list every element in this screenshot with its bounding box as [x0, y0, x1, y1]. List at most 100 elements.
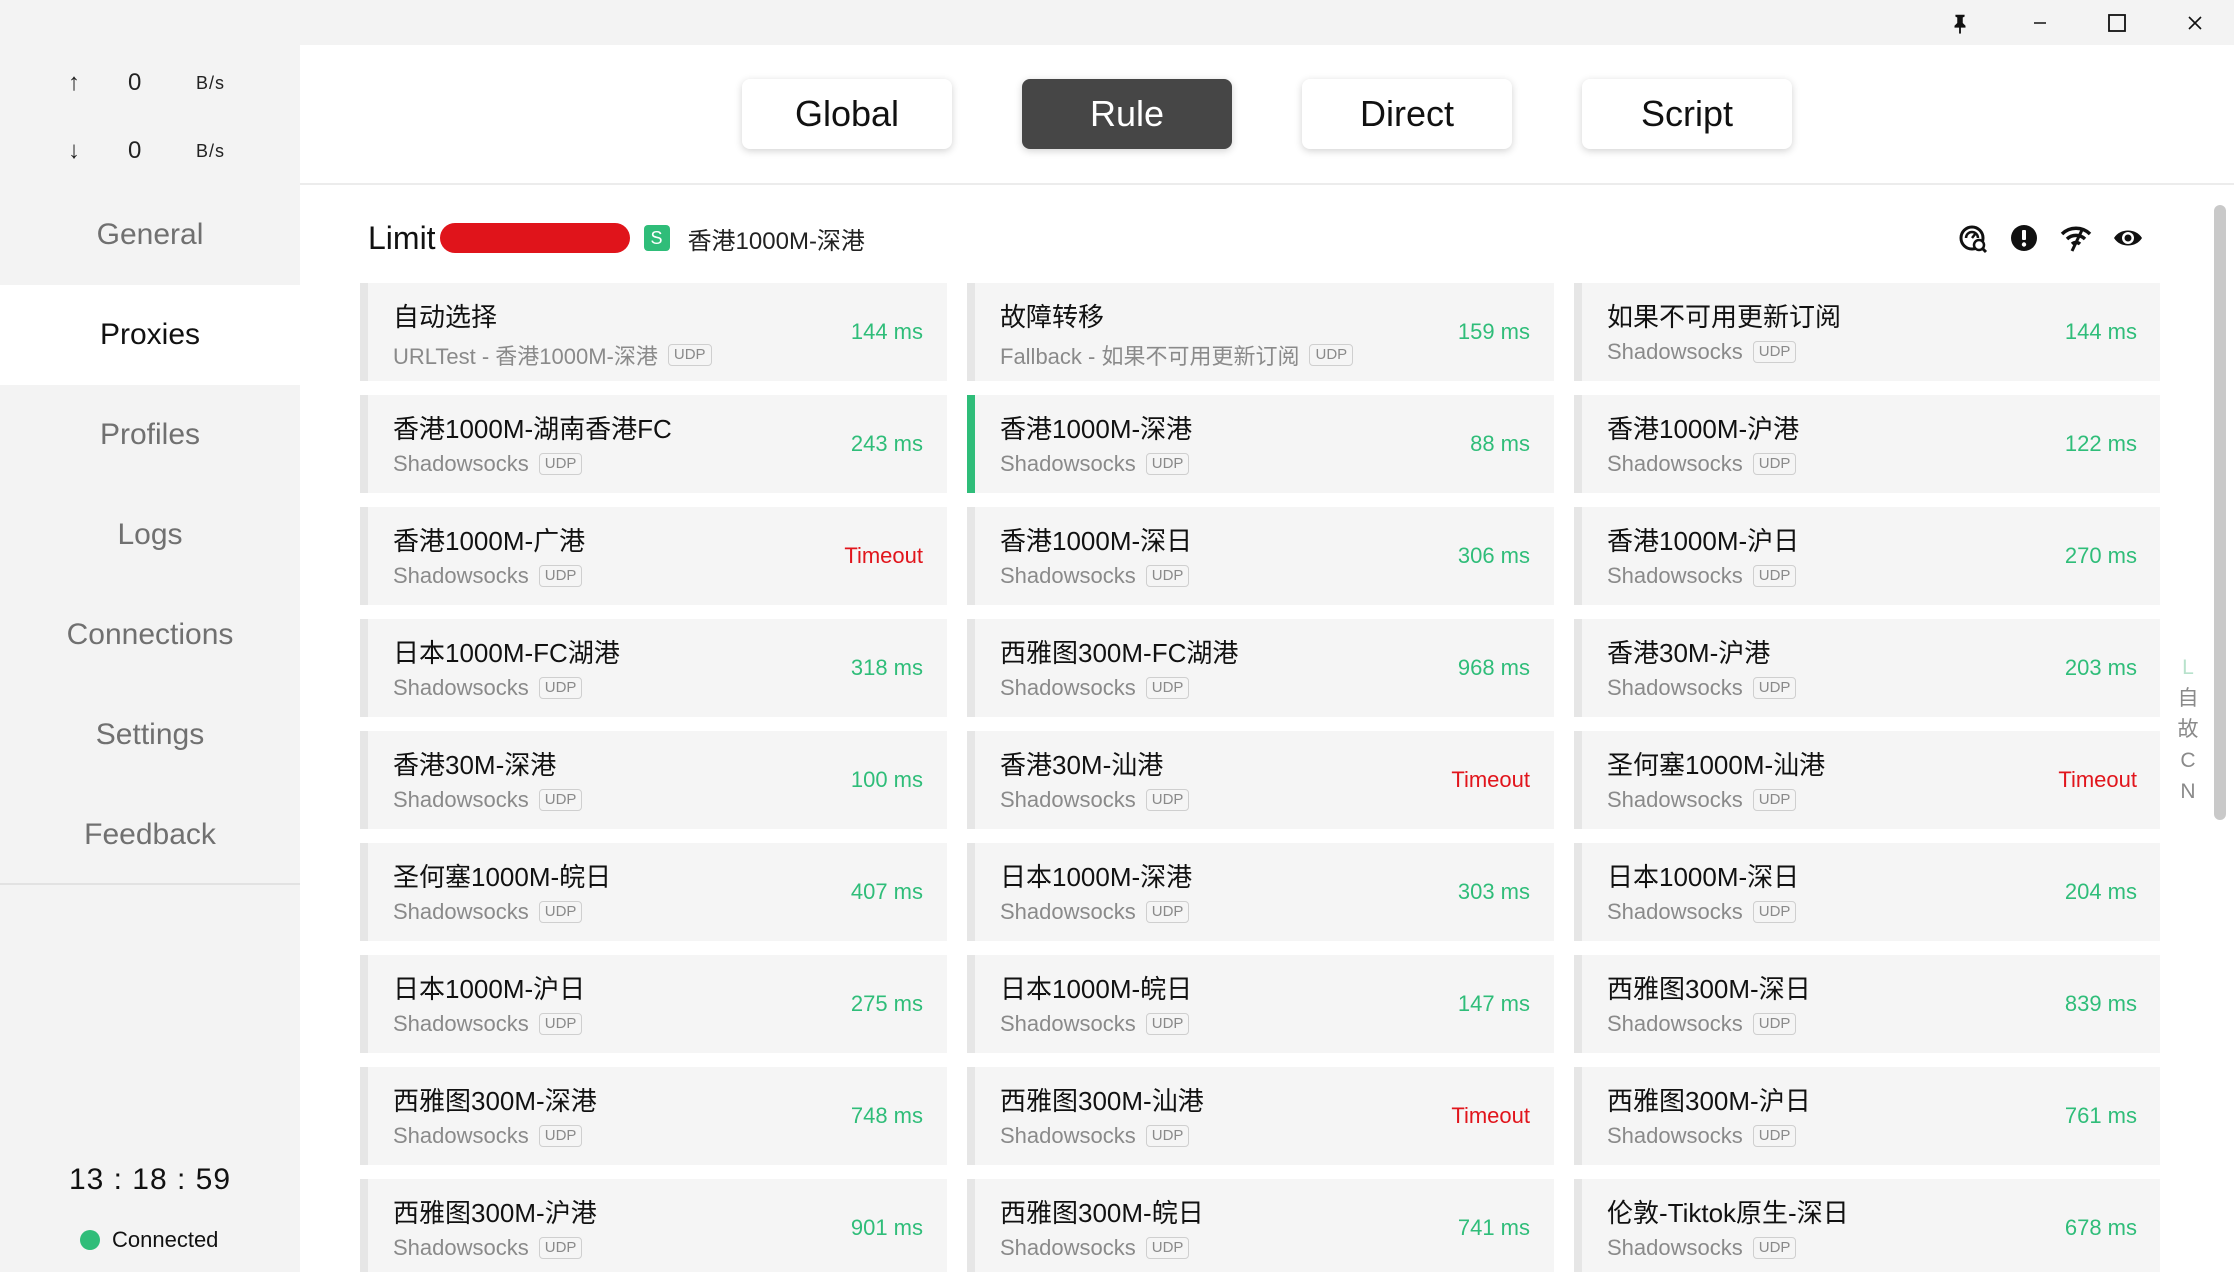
udp-badge: UDP — [1145, 1125, 1190, 1147]
proxy-delay[interactable]: 144 ms — [2065, 319, 2137, 345]
proxy-card[interactable]: 香港1000M-湖南香港FC Shadowsocks UDP 243 ms — [360, 395, 947, 493]
nav-item-profiles[interactable]: Profiles — [0, 385, 300, 485]
close-icon — [2188, 15, 2202, 30]
udp-badge: UDP — [1145, 1013, 1190, 1035]
proxy-delay[interactable]: 748 ms — [851, 1103, 923, 1129]
proxy-card[interactable]: 香港30M-汕港 Shadowsocks UDP Timeout — [967, 731, 1554, 829]
mode-rule-button[interactable]: Rule — [1022, 79, 1232, 149]
proxy-delay[interactable]: 761 ms — [2065, 1103, 2137, 1129]
proxy-card[interactable]: 香港30M-沪港 Shadowsocks UDP 203 ms — [1574, 619, 2160, 717]
proxy-name: 香港30M-深港 — [393, 750, 557, 780]
proxy-type: Shadowsocks — [1000, 563, 1136, 588]
proxy-card[interactable]: 西雅图300M-沪日 Shadowsocks UDP 761 ms — [1574, 1067, 2160, 1165]
proxy-delay[interactable]: 741 ms — [1458, 1215, 1530, 1241]
proxy-card[interactable]: 如果不可用更新订阅 Shadowsocks UDP 144 ms — [1574, 283, 2160, 381]
proxy-card[interactable]: 圣何塞1000M-皖日 Shadowsocks UDP 407 ms — [360, 843, 947, 941]
proxy-card[interactable]: 西雅图300M-FC湖港 Shadowsocks UDP 968 ms — [967, 619, 1554, 717]
proxy-delay[interactable]: Timeout — [1451, 1103, 1530, 1129]
proxy-card[interactable]: 香港1000M-广港 Shadowsocks UDP Timeout — [360, 507, 947, 605]
proxy-card[interactable]: 日本1000M-深日 Shadowsocks UDP 204 ms — [1574, 843, 2160, 941]
maximize-button[interactable] — [2077, 0, 2157, 45]
mode-global-button[interactable]: Global — [742, 79, 952, 149]
side-index-item[interactable]: L — [2182, 652, 2194, 683]
alert-button[interactable] — [2006, 220, 2042, 256]
proxy-card[interactable]: 日本1000M-深港 Shadowsocks UDP 303 ms — [967, 843, 1554, 941]
proxy-delay[interactable]: 203 ms — [2065, 655, 2137, 681]
proxy-card[interactable]: 日本1000M-皖日 Shadowsocks UDP 147 ms — [967, 955, 1554, 1053]
proxy-card[interactable]: 香港1000M-深港 Shadowsocks UDP 88 ms — [967, 395, 1554, 493]
proxy-delay[interactable]: Timeout — [1451, 767, 1530, 793]
proxy-delay[interactable]: 159 ms — [1458, 319, 1530, 345]
proxy-type-line: Fallback - 如果不可用更新订阅 UDP — [1000, 339, 1354, 371]
proxy-delay[interactable]: 839 ms — [2065, 991, 2137, 1017]
side-index-item[interactable]: 故 — [2178, 714, 2199, 745]
nav-item-connections[interactable]: Connections — [0, 585, 300, 685]
proxy-delay[interactable]: 144 ms — [851, 319, 923, 345]
udp-badge: UDP — [1752, 1237, 1797, 1259]
nav-item-logs[interactable]: Logs — [0, 485, 300, 585]
proxy-type-line: Shadowsocks UDP — [1000, 787, 1190, 813]
proxy-card[interactable]: 自动选择 URLTest - 香港1000M-深港 UDP 144 ms — [360, 283, 947, 381]
nav-item-feedback[interactable]: Feedback — [0, 785, 300, 885]
proxy-delay[interactable]: 901 ms — [851, 1215, 923, 1241]
proxy-card[interactable]: 故障转移 Fallback - 如果不可用更新订阅 UDP 159 ms — [967, 283, 1554, 381]
proxy-delay[interactable]: 303 ms — [1458, 879, 1530, 905]
proxy-delay[interactable]: 270 ms — [2065, 543, 2137, 569]
proxy-name: 如果不可用更新订阅 — [1607, 302, 1842, 332]
proxy-card[interactable]: 西雅图300M-深港 Shadowsocks UDP 748 ms — [360, 1067, 947, 1165]
side-index-item[interactable]: N — [2180, 776, 2195, 807]
proxy-card[interactable]: 西雅图300M-皖日 Shadowsocks UDP 741 ms — [967, 1179, 1554, 1272]
wifi-test-button[interactable] — [2058, 220, 2094, 256]
side-index-item[interactable]: 自 — [2178, 683, 2199, 714]
card-left-bar — [1574, 283, 1582, 381]
proxy-card[interactable]: 圣何塞1000M-汕港 Shadowsocks UDP Timeout — [1574, 731, 2160, 829]
proxy-type-line: Shadowsocks UDP — [393, 1235, 583, 1261]
proxy-card[interactable]: 西雅图300M-汕港 Shadowsocks UDP Timeout — [967, 1067, 1554, 1165]
proxy-card[interactable]: 香港1000M-沪日 Shadowsocks UDP 270 ms — [1574, 507, 2160, 605]
proxy-type: Shadowsocks — [1607, 339, 1743, 364]
proxy-delay[interactable]: 204 ms — [2065, 879, 2137, 905]
visibility-button[interactable] — [2110, 220, 2146, 256]
proxy-delay[interactable]: Timeout — [2058, 767, 2137, 793]
proxy-card[interactable]: 香港1000M-深日 Shadowsocks UDP 306 ms — [967, 507, 1554, 605]
proxy-card[interactable]: 西雅图300M-沪港 Shadowsocks UDP 901 ms — [360, 1179, 947, 1272]
udp-badge: UDP — [1145, 901, 1190, 923]
nav-item-settings[interactable]: Settings — [0, 685, 300, 785]
proxy-card[interactable]: 西雅图300M-深日 Shadowsocks UDP 839 ms — [1574, 955, 2160, 1053]
proxy-card[interactable]: 日本1000M-FC湖港 Shadowsocks UDP 318 ms — [360, 619, 947, 717]
proxy-delay[interactable]: 318 ms — [851, 655, 923, 681]
proxy-delay[interactable]: 100 ms — [851, 767, 923, 793]
proxy-delay[interactable]: 122 ms — [2065, 431, 2137, 457]
proxy-delay[interactable]: 407 ms — [851, 879, 923, 905]
close-button[interactable] — [2155, 0, 2234, 45]
nav-item-general[interactable]: General — [0, 185, 300, 285]
proxy-delay[interactable]: 306 ms — [1458, 543, 1530, 569]
proxy-delay[interactable]: 275 ms — [851, 991, 923, 1017]
mode-script-button[interactable]: Script — [1582, 79, 1792, 149]
mode-direct-button[interactable]: Direct — [1302, 79, 1512, 149]
proxy-group-header[interactable]: Limit S 香港1000M-深港 — [368, 218, 865, 258]
proxy-delay[interactable]: 678 ms — [2065, 1215, 2137, 1241]
minimize-button[interactable] — [2000, 0, 2080, 45]
latency-test-button[interactable] — [1954, 220, 1990, 256]
proxy-card[interactable]: 伦敦-Tiktok原生-深日 Shadowsocks UDP 678 ms — [1574, 1179, 2160, 1272]
proxy-type-line: Shadowsocks UDP — [1000, 563, 1190, 589]
scrollbar[interactable] — [2214, 205, 2226, 820]
proxy-type-line: Shadowsocks UDP — [1000, 899, 1190, 925]
proxy-name: 自动选择 — [393, 302, 498, 332]
proxy-type-line: Shadowsocks UDP — [1607, 787, 1797, 813]
proxy-delay[interactable]: 147 ms — [1458, 991, 1530, 1017]
proxy-card[interactable]: 香港1000M-沪港 Shadowsocks UDP 122 ms — [1574, 395, 2160, 493]
redacted-group-name — [439, 223, 630, 253]
proxy-delay[interactable]: 88 ms — [1470, 431, 1530, 457]
udp-badge: UDP — [1145, 677, 1190, 699]
proxy-delay[interactable]: 968 ms — [1458, 655, 1530, 681]
nav-item-proxies[interactable]: Proxies — [0, 285, 300, 385]
proxy-card[interactable]: 香港30M-深港 Shadowsocks UDP 100 ms — [360, 731, 947, 829]
proxy-delay[interactable]: Timeout — [844, 543, 923, 569]
card-left-bar — [1574, 843, 1582, 941]
pin-button[interactable] — [1920, 0, 2000, 45]
side-index-item[interactable]: C — [2180, 745, 2195, 776]
proxy-card[interactable]: 日本1000M-沪日 Shadowsocks UDP 275 ms — [360, 955, 947, 1053]
proxy-delay[interactable]: 243 ms — [851, 431, 923, 457]
